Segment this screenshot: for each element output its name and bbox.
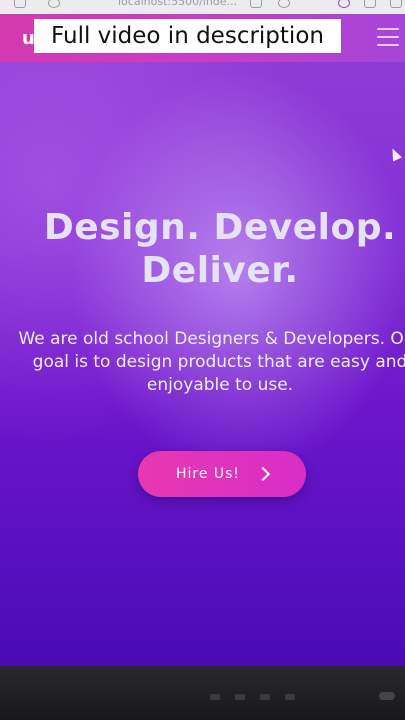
star-icon[interactable] [278, 0, 290, 8]
hire-us-label: Hire Us! [175, 466, 241, 482]
address-bar[interactable]: localhost:5500/inde... [118, 0, 237, 8]
hero-title: Design. Develop. Deliver. [0, 206, 405, 292]
hero-section: Design. Develop. Deliver. We are old sch… [0, 62, 405, 666]
reload-icon[interactable] [48, 0, 60, 8]
monitor-bezel [0, 666, 405, 720]
browser-toolbar: localhost:5500/inde... [0, 0, 405, 14]
extension-icon[interactable] [338, 0, 350, 8]
hero-description: We are old school Designers & Developers… [0, 328, 405, 397]
chevron-right-icon [255, 466, 271, 482]
hire-us-button[interactable]: Hire Us! [138, 451, 306, 497]
logo[interactable]: u [22, 28, 35, 49]
puzzle-icon[interactable] [364, 0, 376, 8]
hero-description-line: goal is to design products that are easy… [32, 352, 405, 372]
power-button [379, 692, 395, 700]
hero-title-line: Design. Develop. [43, 207, 397, 248]
video-caption-overlay: Full video in description [34, 19, 341, 53]
share-icon[interactable] [250, 0, 262, 8]
hero-description-line: enjoyable to use. [146, 375, 294, 395]
mouse-cursor-icon [387, 146, 403, 162]
more-icon[interactable] [390, 0, 402, 8]
hamburger-icon[interactable] [377, 28, 399, 46]
hero-description-line: We are old school Designers & Developers… [18, 329, 405, 349]
monitor-button [260, 694, 270, 700]
monitor-button [210, 694, 220, 700]
monitor-button [235, 694, 245, 700]
back-icon[interactable] [14, 0, 26, 8]
monitor-button [285, 694, 295, 700]
hero-title-line: Deliver. [141, 250, 299, 291]
